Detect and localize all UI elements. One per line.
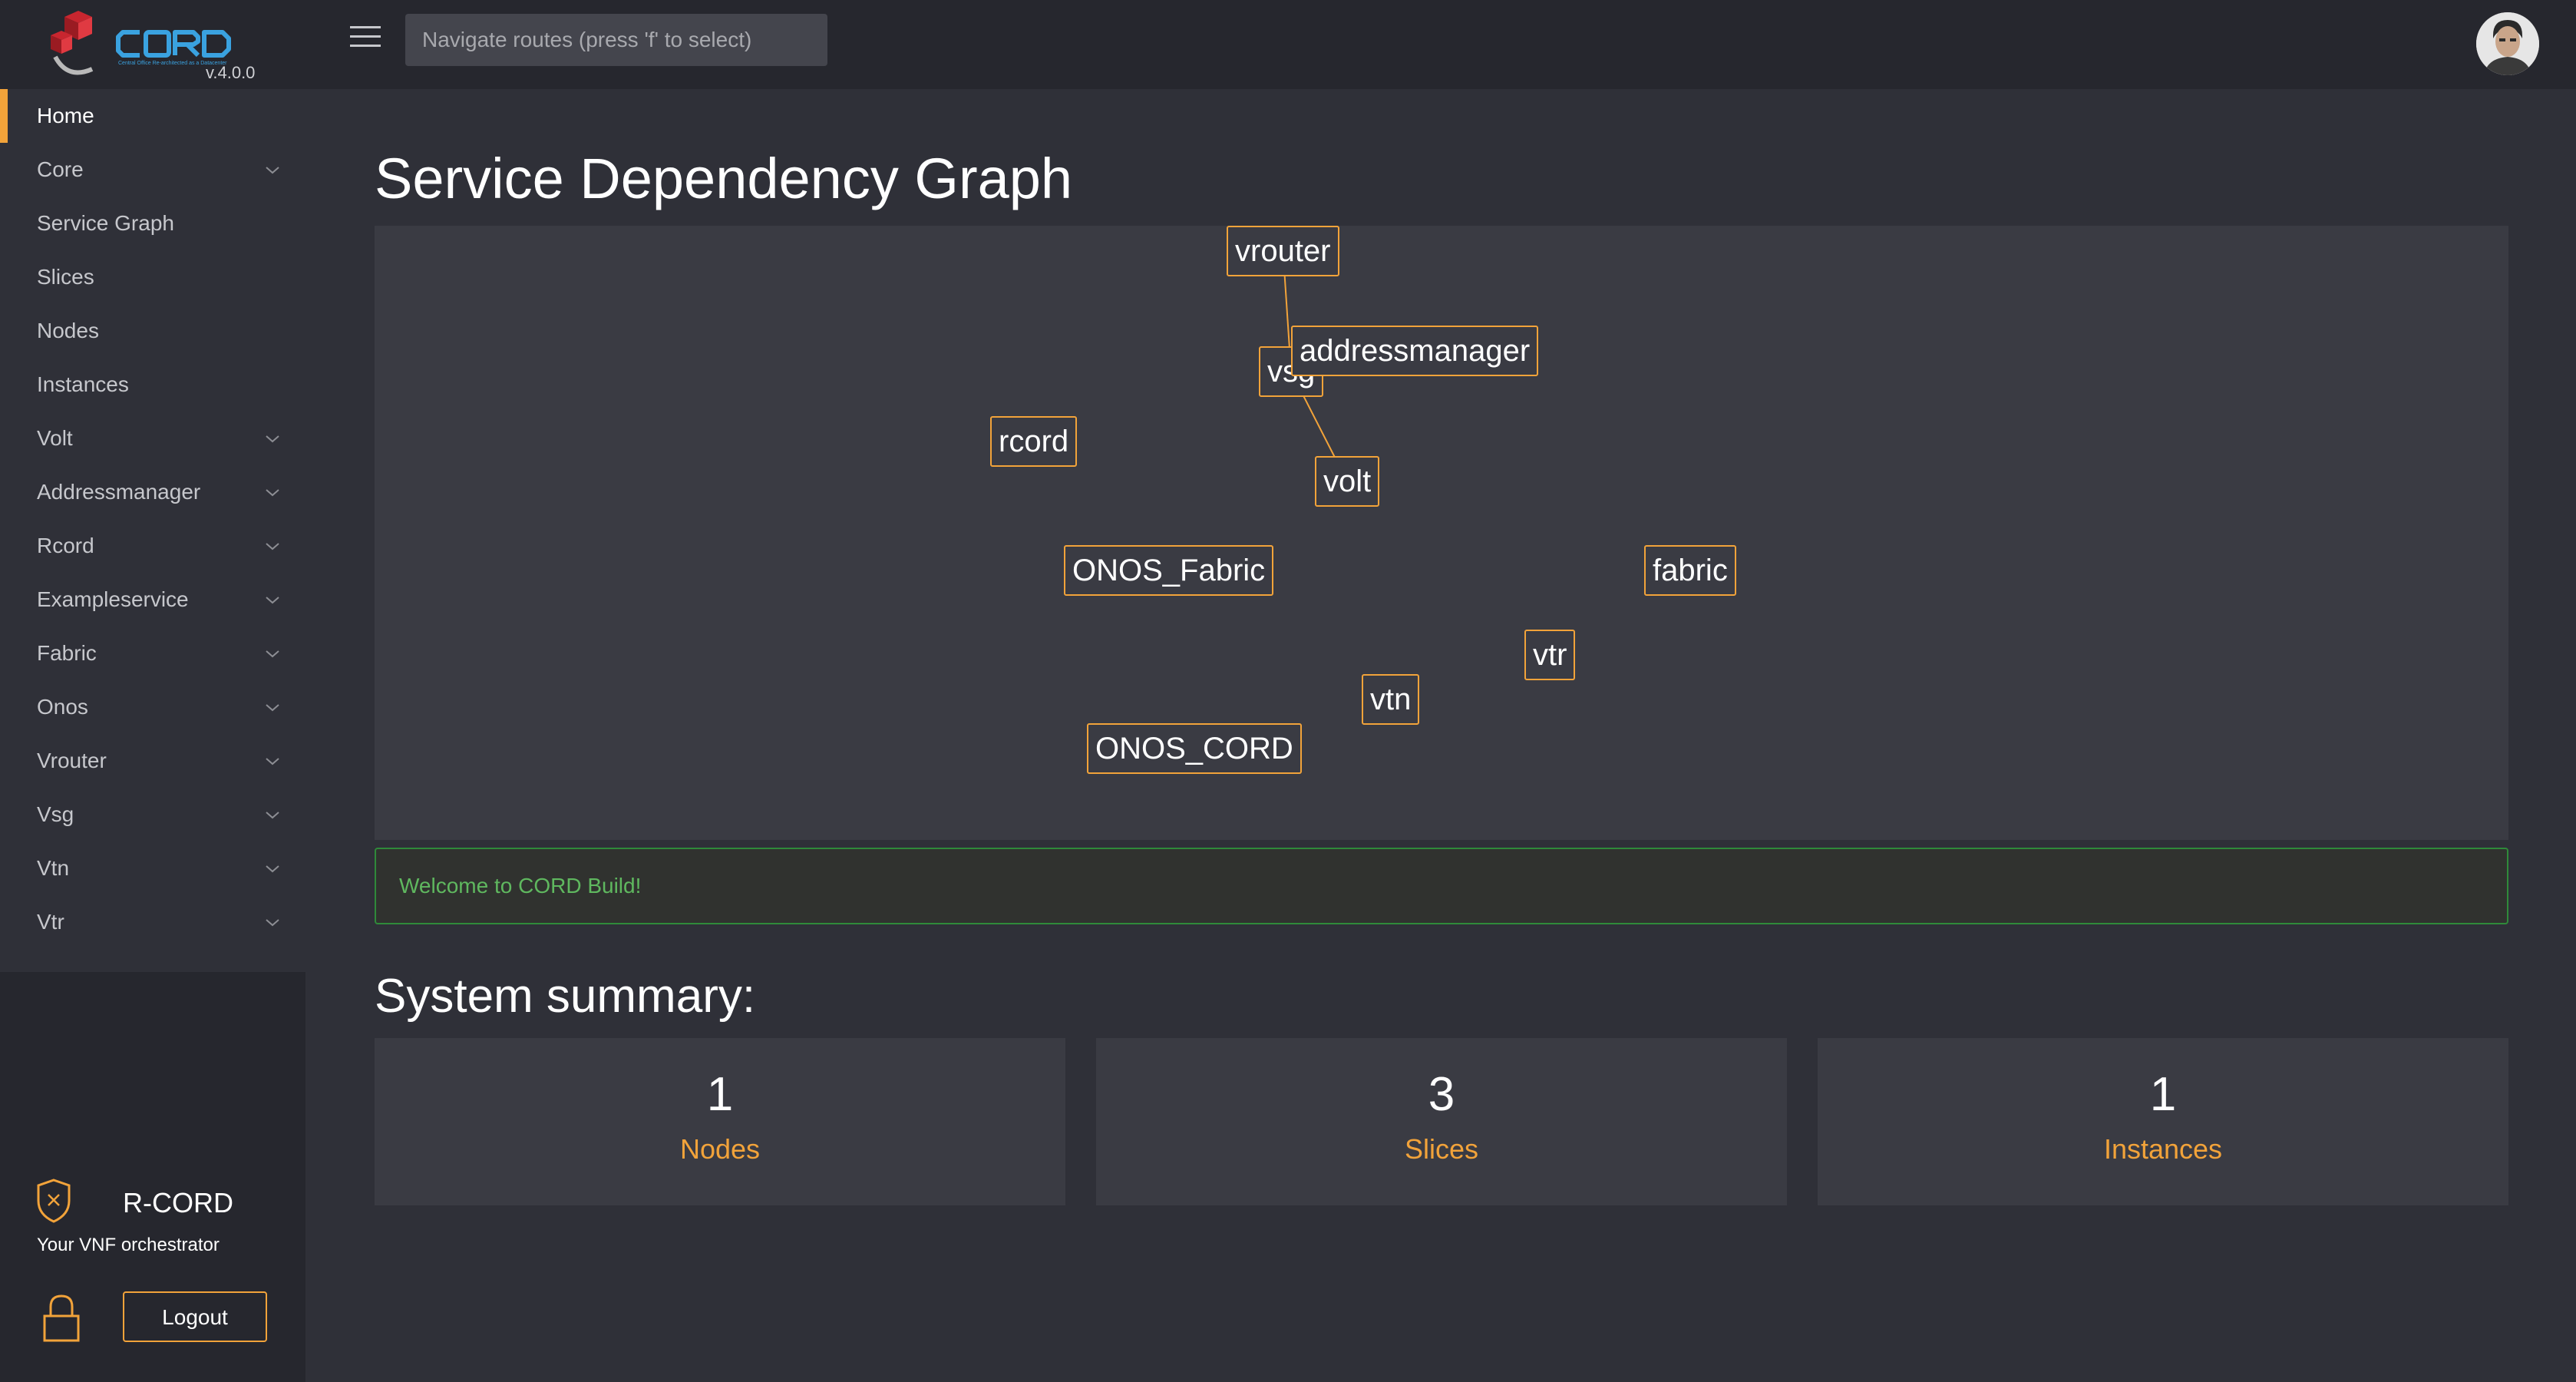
service-graph-panel[interactable]: vroutervsgaddressmanagerrcordvoltONOS_Fa… (375, 226, 2508, 840)
hamburger-menu-icon[interactable] (350, 23, 381, 51)
sidebar-item-instances[interactable]: Instances (0, 358, 305, 412)
sidebar-item-nodes[interactable]: Nodes (0, 304, 305, 358)
chevron-down-icon (266, 812, 279, 819)
sidebar-item-label: Service Graph (37, 211, 174, 235)
summary-value: 3 (1428, 1068, 1455, 1121)
chevron-down-icon (266, 489, 279, 497)
graph-node-vrouter[interactable]: vrouter (1227, 226, 1339, 276)
chevron-down-icon (266, 543, 279, 550)
summary-label: Nodes (679, 1133, 761, 1165)
sidebar-item-label: Vrouter (37, 749, 107, 772)
chevron-down-icon (266, 758, 279, 765)
sidebar-item-label: Volt (37, 426, 73, 450)
sidebar-item-vsg[interactable]: Vsg (0, 788, 305, 841)
graph-node-volt[interactable]: volt (1315, 456, 1380, 507)
sidebar-item-label: Rcord (37, 534, 94, 557)
sidebar-item-label: Exampleservice (37, 587, 189, 611)
sidebar-item-volt[interactable]: Volt (0, 412, 305, 465)
graph-node-addressmanager[interactable]: addressmanager (1291, 326, 1539, 376)
sidebar-menu: Home Core Service Graph Slices Nodes Instance… (0, 89, 305, 972)
chevron-down-icon (266, 704, 279, 712)
sidebar-item-vtn[interactable]: Vtn (0, 841, 305, 895)
sidebar-item-label: Vtr (37, 910, 64, 934)
sidebar-item-label: Onos (37, 695, 88, 719)
summary-label: Instances (2103, 1133, 2223, 1165)
graph-node-onos_fabric[interactable]: ONOS_Fabric (1064, 545, 1274, 596)
summary-title: System summary: (375, 970, 756, 1023)
sidebar-item-core[interactable]: Core (0, 143, 305, 197)
avatar-image (2476, 12, 2539, 75)
chevron-down-icon (266, 167, 279, 174)
sidebar-item-label: Addressmanager (37, 480, 201, 504)
summary-value: 1 (2149, 1068, 2177, 1121)
summary-value: 1 (706, 1068, 734, 1121)
sidebar-item-fabric[interactable]: Fabric (0, 627, 305, 680)
sidebar-item-label: Nodes (37, 319, 99, 342)
sidebar-item-vtr[interactable]: Vtr (0, 895, 305, 949)
summary-label: Slices (1404, 1133, 1479, 1165)
graph-edges (1282, 250, 1348, 482)
graph-node-onos_cord[interactable]: ONOS_CORD (1087, 723, 1302, 774)
summary-card-instances[interactable]: 1 Instances (1818, 1038, 2508, 1205)
profile-subtitle: Your VNF orchestrator (37, 1235, 220, 1255)
graph-node-rcord[interactable]: rcord (990, 416, 1078, 467)
sidebar-item-vrouter[interactable]: Vrouter (0, 734, 305, 788)
sidebar-item-exampleservice[interactable]: Exampleservice (0, 573, 305, 627)
sidebar-item-home[interactable]: Home (0, 89, 305, 143)
sidebar-item-label: Fabric (37, 641, 97, 665)
summary-card-slices[interactable]: 3 Slices (1096, 1038, 1787, 1205)
summary-card-nodes[interactable]: 1 Nodes (375, 1038, 1065, 1205)
sidebar-item-label: Slices (37, 265, 94, 289)
sidebar-item-addressmanager[interactable]: Addressmanager (0, 465, 305, 519)
sidebar-item-label: Instances (37, 372, 129, 396)
graph-node-vtn[interactable]: vtn (1362, 674, 1420, 725)
sidebar-item-label: Home (37, 104, 94, 127)
sidebar-item-label: Vtn (37, 856, 70, 880)
route-search-input[interactable] (405, 14, 827, 66)
shield-icon (37, 1179, 71, 1223)
profile-title: R-CORD (123, 1187, 233, 1218)
graph-node-vtr[interactable]: vtr (1524, 630, 1576, 680)
chevron-down-icon (266, 919, 279, 927)
chevron-down-icon (266, 435, 279, 443)
avatar[interactable] (2476, 12, 2539, 75)
graph-node-fabric[interactable]: fabric (1644, 545, 1736, 596)
sidebar-item-rcord[interactable]: Rcord (0, 519, 305, 573)
sidebar: Central Office Re-architected as a Datac… (0, 0, 305, 1382)
welcome-alert: Welcome to CORD Build! (375, 848, 2508, 924)
chevron-down-icon (266, 650, 279, 658)
version-label: v.4.0.0 (206, 63, 256, 82)
sidebar-item-service-graph[interactable]: Service Graph (0, 197, 305, 250)
brand: Central Office Re-architected as a Datac… (0, 0, 305, 89)
chevron-down-icon (266, 597, 279, 604)
page-title: Service Dependency Graph (375, 147, 1073, 210)
sidebar-item-label: Core (37, 157, 84, 181)
sidebar-item-label: Vsg (37, 802, 74, 826)
logout-button[interactable]: Logout (123, 1291, 267, 1342)
sidebar-item-onos[interactable]: Onos (0, 680, 305, 734)
chevron-down-icon (266, 865, 279, 873)
sidebar-item-slices[interactable]: Slices (0, 250, 305, 304)
lock-icon (43, 1294, 80, 1342)
